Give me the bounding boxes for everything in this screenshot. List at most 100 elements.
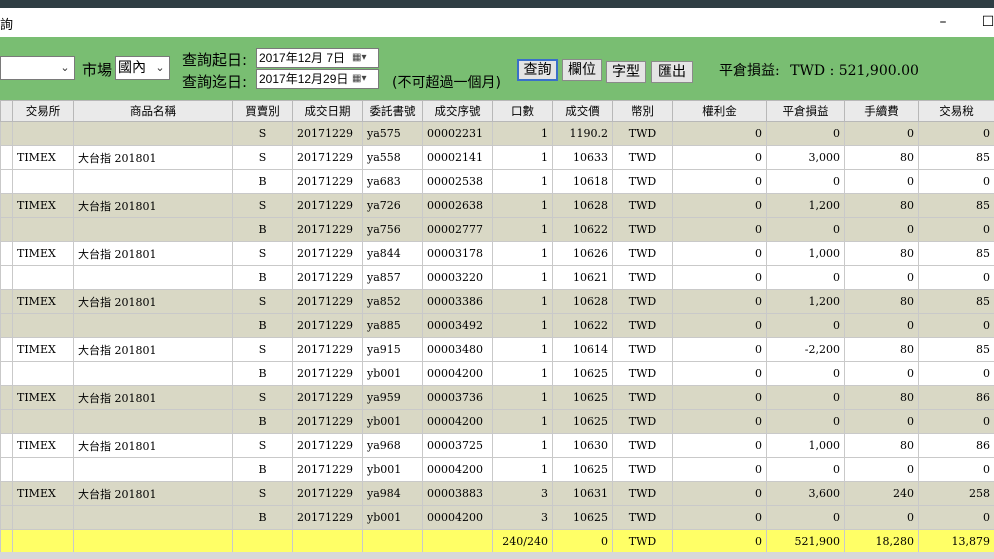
- row-selector[interactable]: [0, 361, 13, 386]
- row-selector[interactable]: [0, 121, 13, 146]
- table-cell: 0: [672, 265, 767, 290]
- row-selector[interactable]: [0, 481, 13, 506]
- table-cell: 0: [672, 217, 767, 242]
- table-cell: 0: [918, 361, 994, 386]
- row-selector[interactable]: [0, 265, 13, 290]
- table-cell: 00003480: [422, 337, 493, 362]
- table-cell: 0: [844, 361, 919, 386]
- table-cell: 20171229: [292, 361, 363, 386]
- column-header[interactable]: 交易所: [12, 100, 74, 122]
- table-cell: TWD: [612, 433, 673, 458]
- calendar-dropdown-icon[interactable]: ▦▾: [352, 50, 376, 66]
- row-selector[interactable]: [0, 409, 13, 434]
- row-selector[interactable]: [0, 145, 13, 170]
- table-cell: ya726: [362, 193, 423, 218]
- table-cell: 20171229: [292, 241, 363, 266]
- horizontal-scrollbar[interactable]: [0, 552, 994, 559]
- column-header[interactable]: 平倉損益: [766, 100, 845, 122]
- table-cell: 0: [844, 217, 919, 242]
- table-row[interactable]: TIMEX 大台指 201801 S 20171229 ya968 00003725 1 10…: [0, 433, 994, 458]
- row-selector[interactable]: [0, 217, 13, 242]
- query-button[interactable]: 查詢: [517, 59, 558, 81]
- table-row[interactable]: B 20171229 yb001 00004200 1 10625 TWD 0 0 0 0: [0, 361, 994, 386]
- table-row[interactable]: B 20171229 ya683 00002538 1 10618 TWD 0 0 0 0: [0, 169, 994, 194]
- column-header[interactable]: 權利金: [672, 100, 767, 122]
- table-cell: 0: [766, 361, 845, 386]
- column-header[interactable]: 幣別: [612, 100, 673, 122]
- row-selector[interactable]: [0, 457, 13, 482]
- table-cell: [12, 457, 74, 482]
- table-row[interactable]: B 20171229 ya857 00003220 1 10621 TWD 0 0 0 0: [0, 265, 994, 290]
- table-row[interactable]: TIMEX 大台指 201801 S 20171229 ya959 00003736 1 10…: [0, 385, 994, 410]
- row-selector[interactable]: [0, 241, 13, 266]
- table-row[interactable]: TIMEX 大台指 201801 S 20171229 ya558 00002141 1 10…: [0, 145, 994, 170]
- column-header[interactable]: 成交序號: [422, 100, 493, 122]
- calendar-dropdown-icon[interactable]: ▦▾: [352, 71, 376, 87]
- table-cell: [73, 409, 233, 434]
- table-row[interactable]: S 20171229 ya575 00002231 1 1190.2 TWD 0 0 0 0: [0, 121, 994, 146]
- table-cell: 80: [844, 193, 919, 218]
- table-row[interactable]: B 20171229 yb001 00004200 3 10625 TWD 0 0 0 0: [0, 505, 994, 530]
- end-date-picker[interactable]: 2017年12月29日 ▦▾: [256, 69, 379, 89]
- row-selector[interactable]: [0, 385, 13, 410]
- table-cell: 20171229: [292, 121, 363, 146]
- table-cell: 大台指 201801: [73, 385, 233, 410]
- table-row[interactable]: B 20171229 ya756 00002777 1 10622 TWD 0 0 0 0: [0, 217, 994, 242]
- table-cell: TWD: [612, 457, 673, 482]
- table-cell: 0: [844, 457, 919, 482]
- font-button[interactable]: 字型: [606, 61, 646, 83]
- table-cell: 1: [492, 337, 553, 362]
- market-select[interactable]: 國內 ⌄: [115, 56, 170, 80]
- desktop-strip: [0, 0, 994, 8]
- start-date-picker[interactable]: 2017年12月 7日 ▦▾: [256, 48, 379, 68]
- table-cell: 0: [918, 505, 994, 530]
- header-row: 交易所 商品名稱 買賣別 成交日期 委託書號 成交序號 口數 成交價 幣別 權利金 平倉損益 手續費交…: [0, 100, 994, 122]
- table-cell: [73, 313, 233, 338]
- row-selector[interactable]: [0, 337, 13, 362]
- window-title: 詢: [0, 18, 14, 33]
- table-cell: 10626: [552, 241, 613, 266]
- table-row[interactable]: TIMEX 大台指 201801 S 20171229 ya984 00003883 3 10…: [0, 481, 994, 506]
- table-cell: 0: [766, 121, 845, 146]
- table-cell: [73, 457, 233, 482]
- column-header[interactable]: 成交價: [552, 100, 613, 122]
- table-cell: 20171229: [292, 481, 363, 506]
- column-header[interactable]: 口數: [492, 100, 553, 122]
- table-row[interactable]: TIMEX 大台指 201801 S 20171229 ya726 00002638 1 10…: [0, 193, 994, 218]
- row-selector[interactable]: [0, 169, 13, 194]
- column-header[interactable]: 買賣別: [232, 100, 293, 122]
- column-header[interactable]: 委託書號: [362, 100, 423, 122]
- column-header[interactable]: 交易稅: [918, 100, 994, 122]
- table-row[interactable]: TIMEX 大台指 201801 S 20171229 ya844 00003178 1 10…: [0, 241, 994, 266]
- table-cell: 20171229: [292, 409, 363, 434]
- row-selector[interactable]: [0, 289, 13, 314]
- end-date-value: 2017年12月29日: [259, 72, 349, 86]
- table-cell: 大台指 201801: [73, 145, 233, 170]
- table-row[interactable]: TIMEX 大台指 201801 S 20171229 ya852 00003386 1 10…: [0, 289, 994, 314]
- row-selector[interactable]: [0, 505, 13, 530]
- table-cell: 20171229: [292, 337, 363, 362]
- table-row[interactable]: B 20171229 ya885 00003492 1 10622 TWD 0 0 0 0: [0, 313, 994, 338]
- maximize-button[interactable]: ☐: [977, 11, 994, 33]
- row-selector[interactable]: [0, 313, 13, 338]
- row-selector[interactable]: [0, 433, 13, 458]
- column-header[interactable]: 商品名稱: [73, 100, 233, 122]
- column-header[interactable]: 成交日期: [292, 100, 363, 122]
- table-cell: TIMEX: [12, 433, 74, 458]
- table-row[interactable]: B 20171229 yb001 00004200 1 10625 TWD 0 0 0 0: [0, 457, 994, 482]
- table-cell: 20171229: [292, 193, 363, 218]
- table-cell: TWD: [612, 337, 673, 362]
- table-cell: 1190.2: [552, 121, 613, 146]
- table-cell: TIMEX: [12, 481, 74, 506]
- row-selector[interactable]: [0, 193, 13, 218]
- column-header[interactable]: 手續費: [844, 100, 919, 122]
- table-cell: 0: [672, 121, 767, 146]
- table-row[interactable]: TIMEX 大台指 201801 S 20171229 ya915 00003480 1 10…: [0, 337, 994, 362]
- account-select[interactable]: ⌄: [0, 56, 75, 80]
- minimize-button[interactable]: –: [932, 11, 954, 33]
- totals-row: 240/240 0 TWD 0 521,900 18,280 13,879: [0, 529, 994, 554]
- export-button[interactable]: 匯出: [651, 61, 693, 83]
- table-cell: TIMEX: [12, 145, 74, 170]
- table-row[interactable]: B 20171229 yb001 00004200 1 10625 TWD 0 0 0 0: [0, 409, 994, 434]
- columns-button[interactable]: 欄位: [562, 59, 602, 81]
